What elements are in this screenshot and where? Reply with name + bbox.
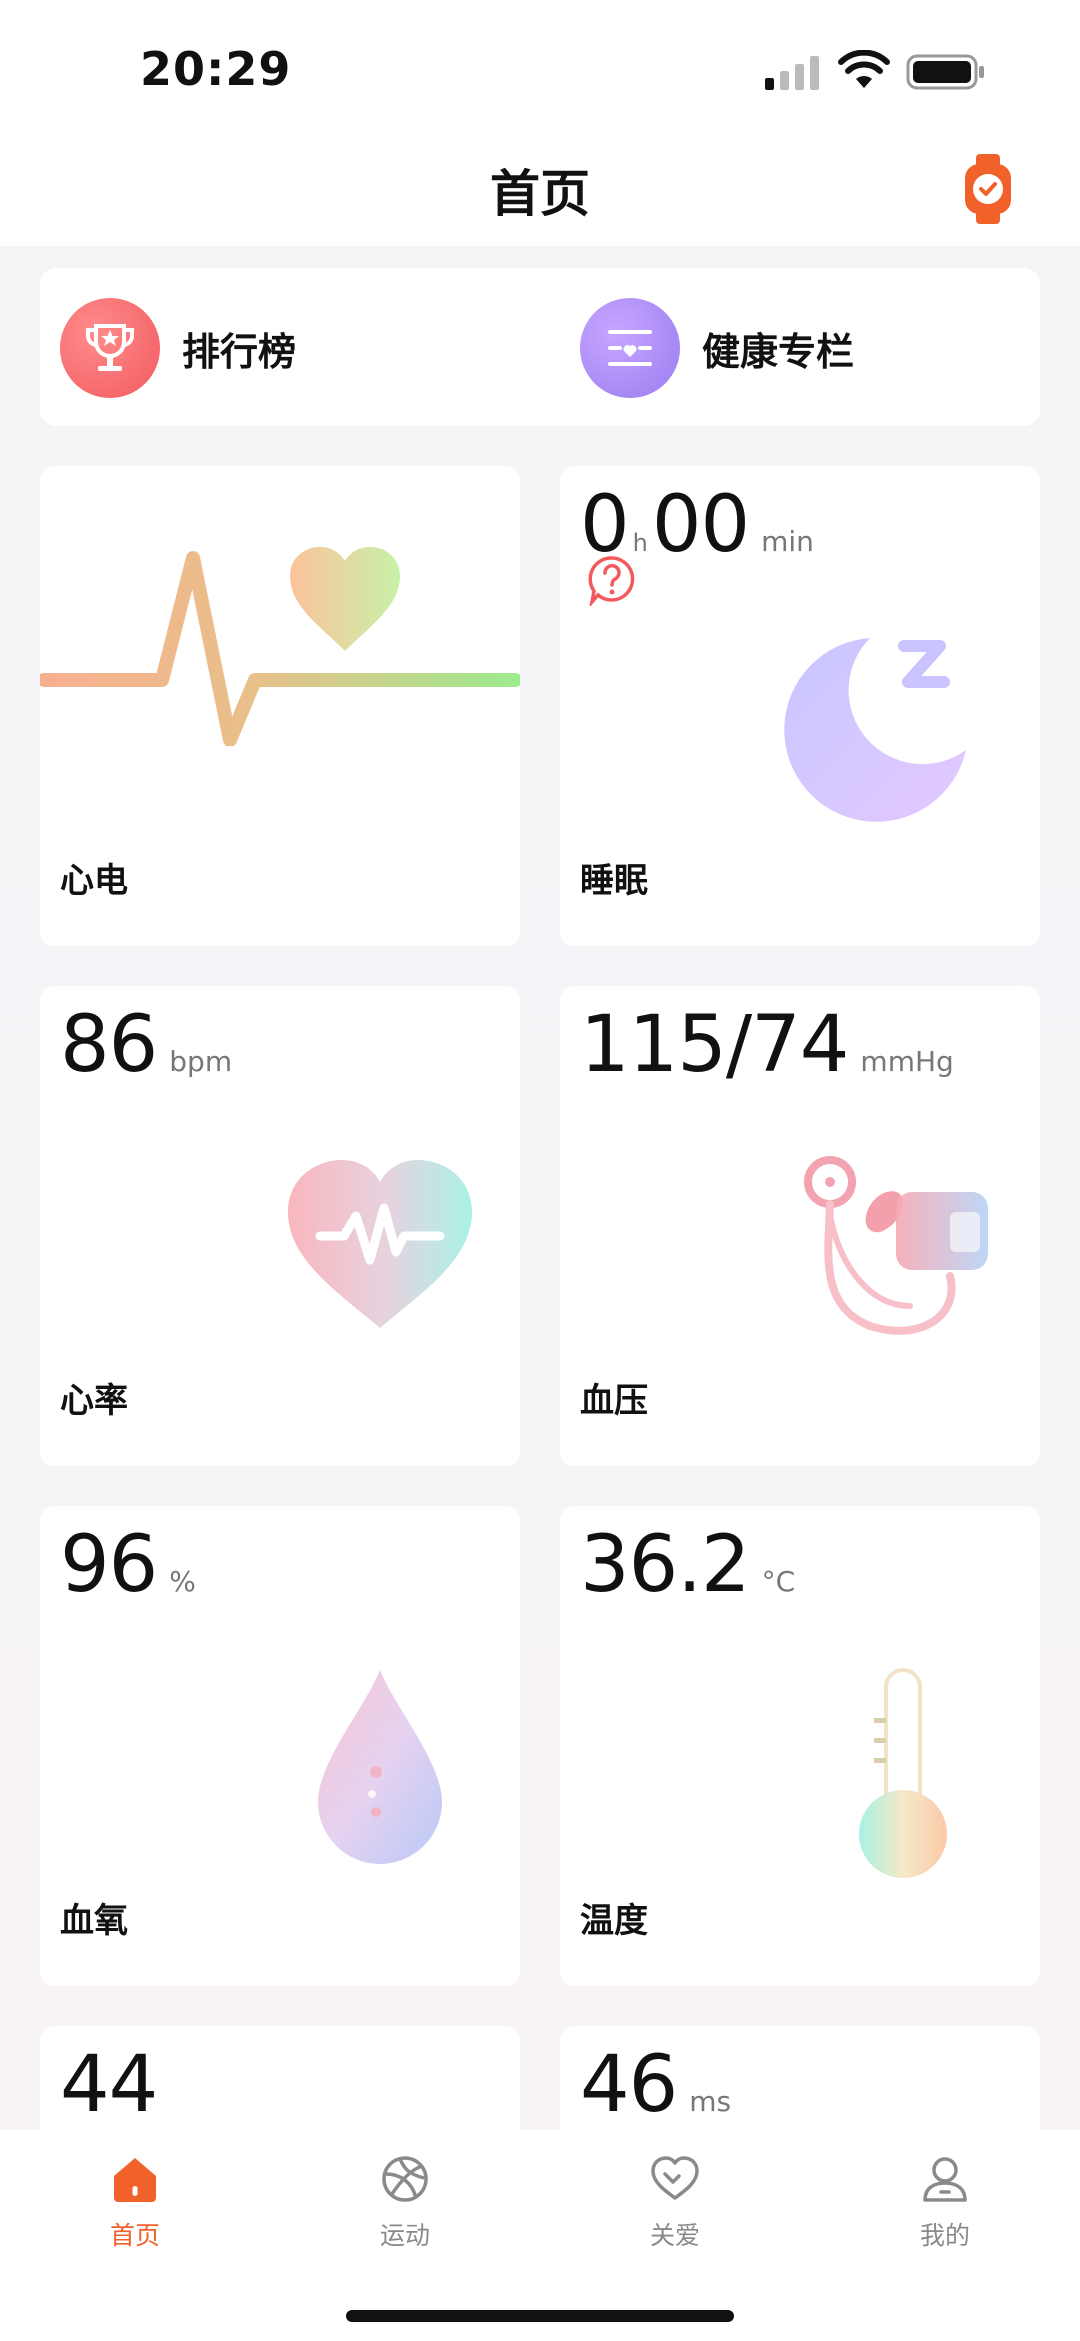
- ecg-label: 心电: [60, 861, 128, 901]
- sport-ball-icon: [382, 2156, 428, 2202]
- smartwatch-icon[interactable]: [962, 154, 1014, 224]
- temperature-value: 36.2: [580, 1520, 751, 1610]
- temperature-unit: °C: [761, 1565, 796, 1598]
- help-question-icon[interactable]: [586, 554, 638, 606]
- heart-pulse-icon: [288, 1160, 472, 1328]
- metric-8-reading: 46 ms: [580, 2040, 731, 2130]
- status-time: 20:29: [140, 42, 292, 96]
- metric-8-unit: ms: [689, 2085, 732, 2118]
- heart-rate-value: 86: [60, 1000, 158, 1090]
- wifi-icon: [838, 50, 890, 88]
- temperature-reading: 36.2 °C: [580, 1520, 795, 1610]
- ecg-wave-icon: [40, 546, 520, 746]
- blood-pressure-label: 血压: [580, 1381, 648, 1421]
- cellular-signal-icon: [765, 56, 819, 90]
- blood-pressure-monitor-icon: [804, 1156, 988, 1335]
- tab-sport-label: 运动: [379, 2221, 430, 2250]
- heart-rate-label: 心率: [60, 1381, 128, 1421]
- battery-icon: [906, 54, 984, 90]
- sleep-minutes-unit: min: [761, 525, 814, 558]
- home-indicator[interactable]: [346, 2310, 734, 2322]
- health-column-label: 健康专栏: [702, 329, 855, 374]
- blood-oxygen-card[interactable]: 96 % 血氧: [40, 1506, 520, 1986]
- leaderboard-label: 排行榜: [182, 329, 297, 374]
- sleep-minutes: 00: [651, 480, 750, 570]
- blood-pressure-value: 115/74: [580, 1000, 849, 1090]
- care-heart-icon: [651, 2156, 699, 2200]
- tab-care[interactable]: 关爱: [595, 2152, 755, 2252]
- status-bar: 20:29: [0, 0, 1080, 130]
- heart-rate-unit: bpm: [169, 1045, 233, 1078]
- blood-drop-icon: [318, 1670, 442, 1864]
- metric-7-reading: 44: [60, 2040, 158, 2130]
- health-column-link[interactable]: 健康专栏: [580, 298, 854, 398]
- tab-home[interactable]: 首页: [55, 2152, 215, 2252]
- page-title: 首页: [490, 165, 590, 223]
- moon-sleep-icon: [784, 638, 966, 822]
- tab-care-label: 关爱: [649, 2221, 700, 2250]
- blood-oxygen-value: 96: [60, 1520, 158, 1610]
- sleep-hours-unit: h: [632, 529, 648, 557]
- heart-rate-reading: 86 bpm: [60, 1000, 232, 1090]
- blood-oxygen-label: 血氧: [60, 1901, 128, 1941]
- health-column-icon: [580, 298, 680, 398]
- tab-sport[interactable]: 运动: [325, 2152, 485, 2252]
- thermometer-icon: [859, 1668, 947, 1878]
- temperature-card[interactable]: 36.2 °C 温度: [560, 1506, 1040, 1986]
- home-icon: [114, 2158, 156, 2202]
- blood-pressure-unit: mmHg: [860, 1045, 954, 1078]
- tab-home-label: 首页: [109, 2221, 160, 2250]
- heart-rate-card[interactable]: 86 bpm 心率: [40, 986, 520, 1466]
- sleep-label: 睡眠: [580, 861, 648, 901]
- temperature-label: 温度: [580, 1901, 648, 1941]
- profile-icon: [923, 2157, 967, 2202]
- metric-8-value: 46: [580, 2040, 678, 2130]
- ecg-card[interactable]: 心电: [40, 466, 520, 946]
- home-screen: 20:29 首页 排行榜 健康专栏 心电 0 h 00 min 睡眠 86 bp…: [0, 0, 1080, 2341]
- blood-pressure-card[interactable]: 115/74 mmHg 血压: [560, 986, 1040, 1466]
- blood-oxygen-reading: 96 %: [60, 1520, 196, 1610]
- app-header: 首页: [0, 130, 1080, 246]
- blood-oxygen-unit: %: [169, 1565, 196, 1598]
- leaderboard-link[interactable]: 排行榜: [60, 298, 296, 398]
- tab-profile[interactable]: 我的: [865, 2152, 1025, 2252]
- quick-links-card: 排行榜 健康专栏: [40, 268, 1040, 426]
- trophy-icon: [60, 298, 160, 398]
- metric-7-value: 44: [60, 2040, 158, 2130]
- tab-profile-label: 我的: [919, 2221, 970, 2250]
- sleep-card[interactable]: 0 h 00 min 睡眠: [560, 466, 1040, 946]
- blood-pressure-reading: 115/74 mmHg: [580, 1000, 954, 1090]
